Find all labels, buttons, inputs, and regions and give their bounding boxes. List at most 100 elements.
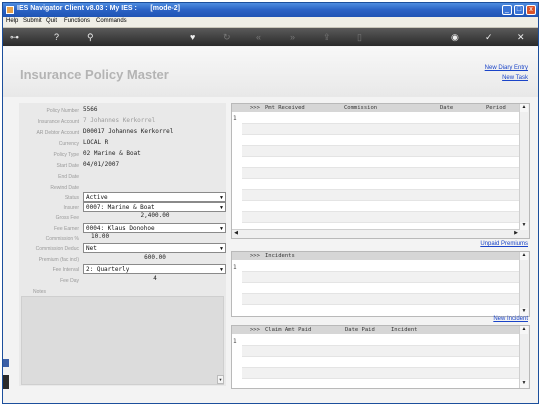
scroll-down-icon[interactable]: ▼ <box>520 380 528 388</box>
maximize-button[interactable]: □ <box>514 5 524 15</box>
new-incident-link[interactable]: New Incident <box>493 316 528 322</box>
premiums-grid: >>> Pmt Received Commission Date Period … <box>231 103 530 239</box>
check-icon[interactable]: ✓ <box>485 31 493 43</box>
table-row[interactable] <box>242 212 519 223</box>
title-bar: IES Navigator Client v8.03 : My IES : [m… <box>3 3 538 17</box>
forward-icon[interactable]: » <box>290 31 295 43</box>
chevron-down-icon: ▼ <box>219 246 224 252</box>
insurer-select[interactable]: 0007: Marine & Boat ▼ <box>83 202 226 212</box>
commission-deduc-select[interactable]: Net ▼ <box>83 243 226 253</box>
fee-day-label: Fee Day <box>60 278 79 284</box>
scroll-up-icon[interactable]: ▲ <box>520 326 528 334</box>
premiums-horizontal-scrollbar[interactable]: ◀ ▶ <box>232 229 520 238</box>
claims-grid-header: >>> Claim Amt Paid Date Paid Incident <box>232 326 529 334</box>
scroll-up-icon[interactable]: ▲ <box>520 252 528 260</box>
claims-vertical-scrollbar[interactable]: ▲ ▼ <box>519 326 529 388</box>
side-tab-dark[interactable] <box>3 375 9 389</box>
fee-earner-select[interactable]: 0004: Klaus Donohoe ▼ <box>83 223 226 233</box>
close-icon[interactable]: ✕ <box>517 31 525 43</box>
table-row[interactable] <box>242 261 519 272</box>
table-row[interactable] <box>242 157 519 168</box>
table-row[interactable] <box>242 190 519 201</box>
menu-quit[interactable]: Quit <box>46 18 57 24</box>
currency-value[interactable]: LOCAL R <box>83 139 108 146</box>
incidents-vertical-scrollbar[interactable]: ▲ ▼ <box>519 252 529 316</box>
table-row[interactable] <box>242 124 519 135</box>
scroll-down-icon[interactable]: ▼ <box>520 308 528 316</box>
ar-debtor-account-value[interactable]: D00017 Johannes Kerkorrel <box>83 128 173 135</box>
table-row[interactable] <box>242 135 519 146</box>
grid-expand-icon[interactable]: >>> <box>250 105 260 111</box>
scroll-right-icon[interactable]: ▶ <box>512 230 520 238</box>
chevron-down-icon: ▼ <box>219 195 224 201</box>
menu-submit[interactable]: Submit <box>23 18 42 24</box>
menu-help[interactable]: Help <box>6 18 18 24</box>
help-icon[interactable]: ? <box>54 31 59 43</box>
table-row[interactable] <box>242 283 519 294</box>
col-date-paid[interactable]: Date Paid <box>345 327 375 333</box>
col-claim-amt-paid[interactable]: Claim Amt Paid <box>265 327 311 333</box>
col-date[interactable]: Date <box>440 105 453 111</box>
gross-fee-value[interactable]: 2,400.00 <box>83 212 227 219</box>
end-date-label: End Date <box>58 174 79 180</box>
heart-icon[interactable]: ♥ <box>190 31 195 43</box>
table-row[interactable] <box>242 346 519 357</box>
table-row[interactable] <box>242 368 519 379</box>
table-row[interactable] <box>242 168 519 179</box>
table-row[interactable] <box>242 357 519 368</box>
chevron-down-icon: ▼ <box>219 205 224 211</box>
col-incident[interactable]: Incident <box>391 327 418 333</box>
upload-icon[interactable]: ⇪ <box>323 31 331 43</box>
fee-interval-select[interactable]: 2: Quarterly ▼ <box>83 264 226 274</box>
table-row[interactable] <box>242 272 519 283</box>
new-diary-entry-link[interactable]: New Diary Entry <box>485 65 528 71</box>
table-row[interactable] <box>242 179 519 190</box>
menu-commands[interactable]: Commands <box>96 18 127 24</box>
page-icon[interactable]: ▯ <box>357 31 362 43</box>
status-select[interactable]: Active ▼ <box>83 192 226 202</box>
search-icon[interactable]: ⚲ <box>87 31 94 43</box>
fee-day-value[interactable]: 4 <box>83 275 227 282</box>
grid-expand-icon[interactable]: >>> <box>250 327 260 333</box>
incidents-grid: >>> Incidents 1 ▲ ▼ <box>231 251 530 317</box>
table-row[interactable] <box>242 146 519 157</box>
table-row[interactable] <box>242 294 519 305</box>
policy-number-value[interactable]: 5566 <box>83 106 97 113</box>
scroll-up-icon[interactable]: ▲ <box>520 104 528 112</box>
new-task-link[interactable]: New Task <box>502 75 528 81</box>
table-row[interactable] <box>242 201 519 212</box>
policy-type-value[interactable]: 02 Marine & Boat <box>83 150 141 157</box>
close-window-button[interactable]: x <box>526 5 536 15</box>
key-icon[interactable]: ⊶ <box>10 31 19 43</box>
refresh-icon[interactable]: ↻ <box>223 31 231 43</box>
toolbar: ⊶ ? ⚲ ♥ ↻ « » ⇪ ▯ ◉ ✓ ✕ <box>3 28 538 46</box>
insurance-account-label: Insurance Account <box>37 119 79 125</box>
premium-value[interactable]: 600.00 <box>83 254 227 261</box>
commission-deduc-value: Net <box>86 245 97 252</box>
premiums-vertical-scrollbar[interactable]: ▲ ▼ <box>519 104 529 238</box>
notes-scroll-down-icon[interactable]: ▼ <box>217 375 224 384</box>
unpaid-premiums-link[interactable]: Unpaid Premiums <box>480 241 528 247</box>
col-incidents[interactable]: Incidents <box>265 253 295 259</box>
minimize-button[interactable]: _ <box>502 5 512 15</box>
scroll-down-icon[interactable]: ▼ <box>520 222 528 230</box>
row-number: 1 <box>233 115 237 122</box>
camera-icon[interactable]: ◉ <box>451 31 459 43</box>
col-pmt-received[interactable]: Pmt Received <box>265 105 305 111</box>
menu-functions[interactable]: Functions <box>64 18 90 24</box>
start-date-value[interactable]: 04/01/2007 <box>83 161 119 168</box>
notes-textarea[interactable] <box>21 296 224 385</box>
rewind-date-label: Rewind Date <box>50 185 79 191</box>
scroll-left-icon[interactable]: ◀ <box>232 230 240 238</box>
fee-interval-value: 2: Quarterly <box>86 266 130 273</box>
start-date-label: Start Date <box>56 163 79 169</box>
table-row[interactable] <box>242 335 519 346</box>
rewind-icon[interactable]: « <box>256 31 261 43</box>
side-tab[interactable] <box>3 359 9 367</box>
table-row[interactable] <box>242 113 519 124</box>
col-commission[interactable]: Commission <box>344 105 377 111</box>
grid-expand-icon[interactable]: >>> <box>250 253 260 259</box>
insurer-value: 0007: Marine & Boat <box>86 204 155 211</box>
commission-pct-value[interactable]: 10.00 <box>91 233 109 240</box>
col-period[interactable]: Period <box>486 105 506 111</box>
